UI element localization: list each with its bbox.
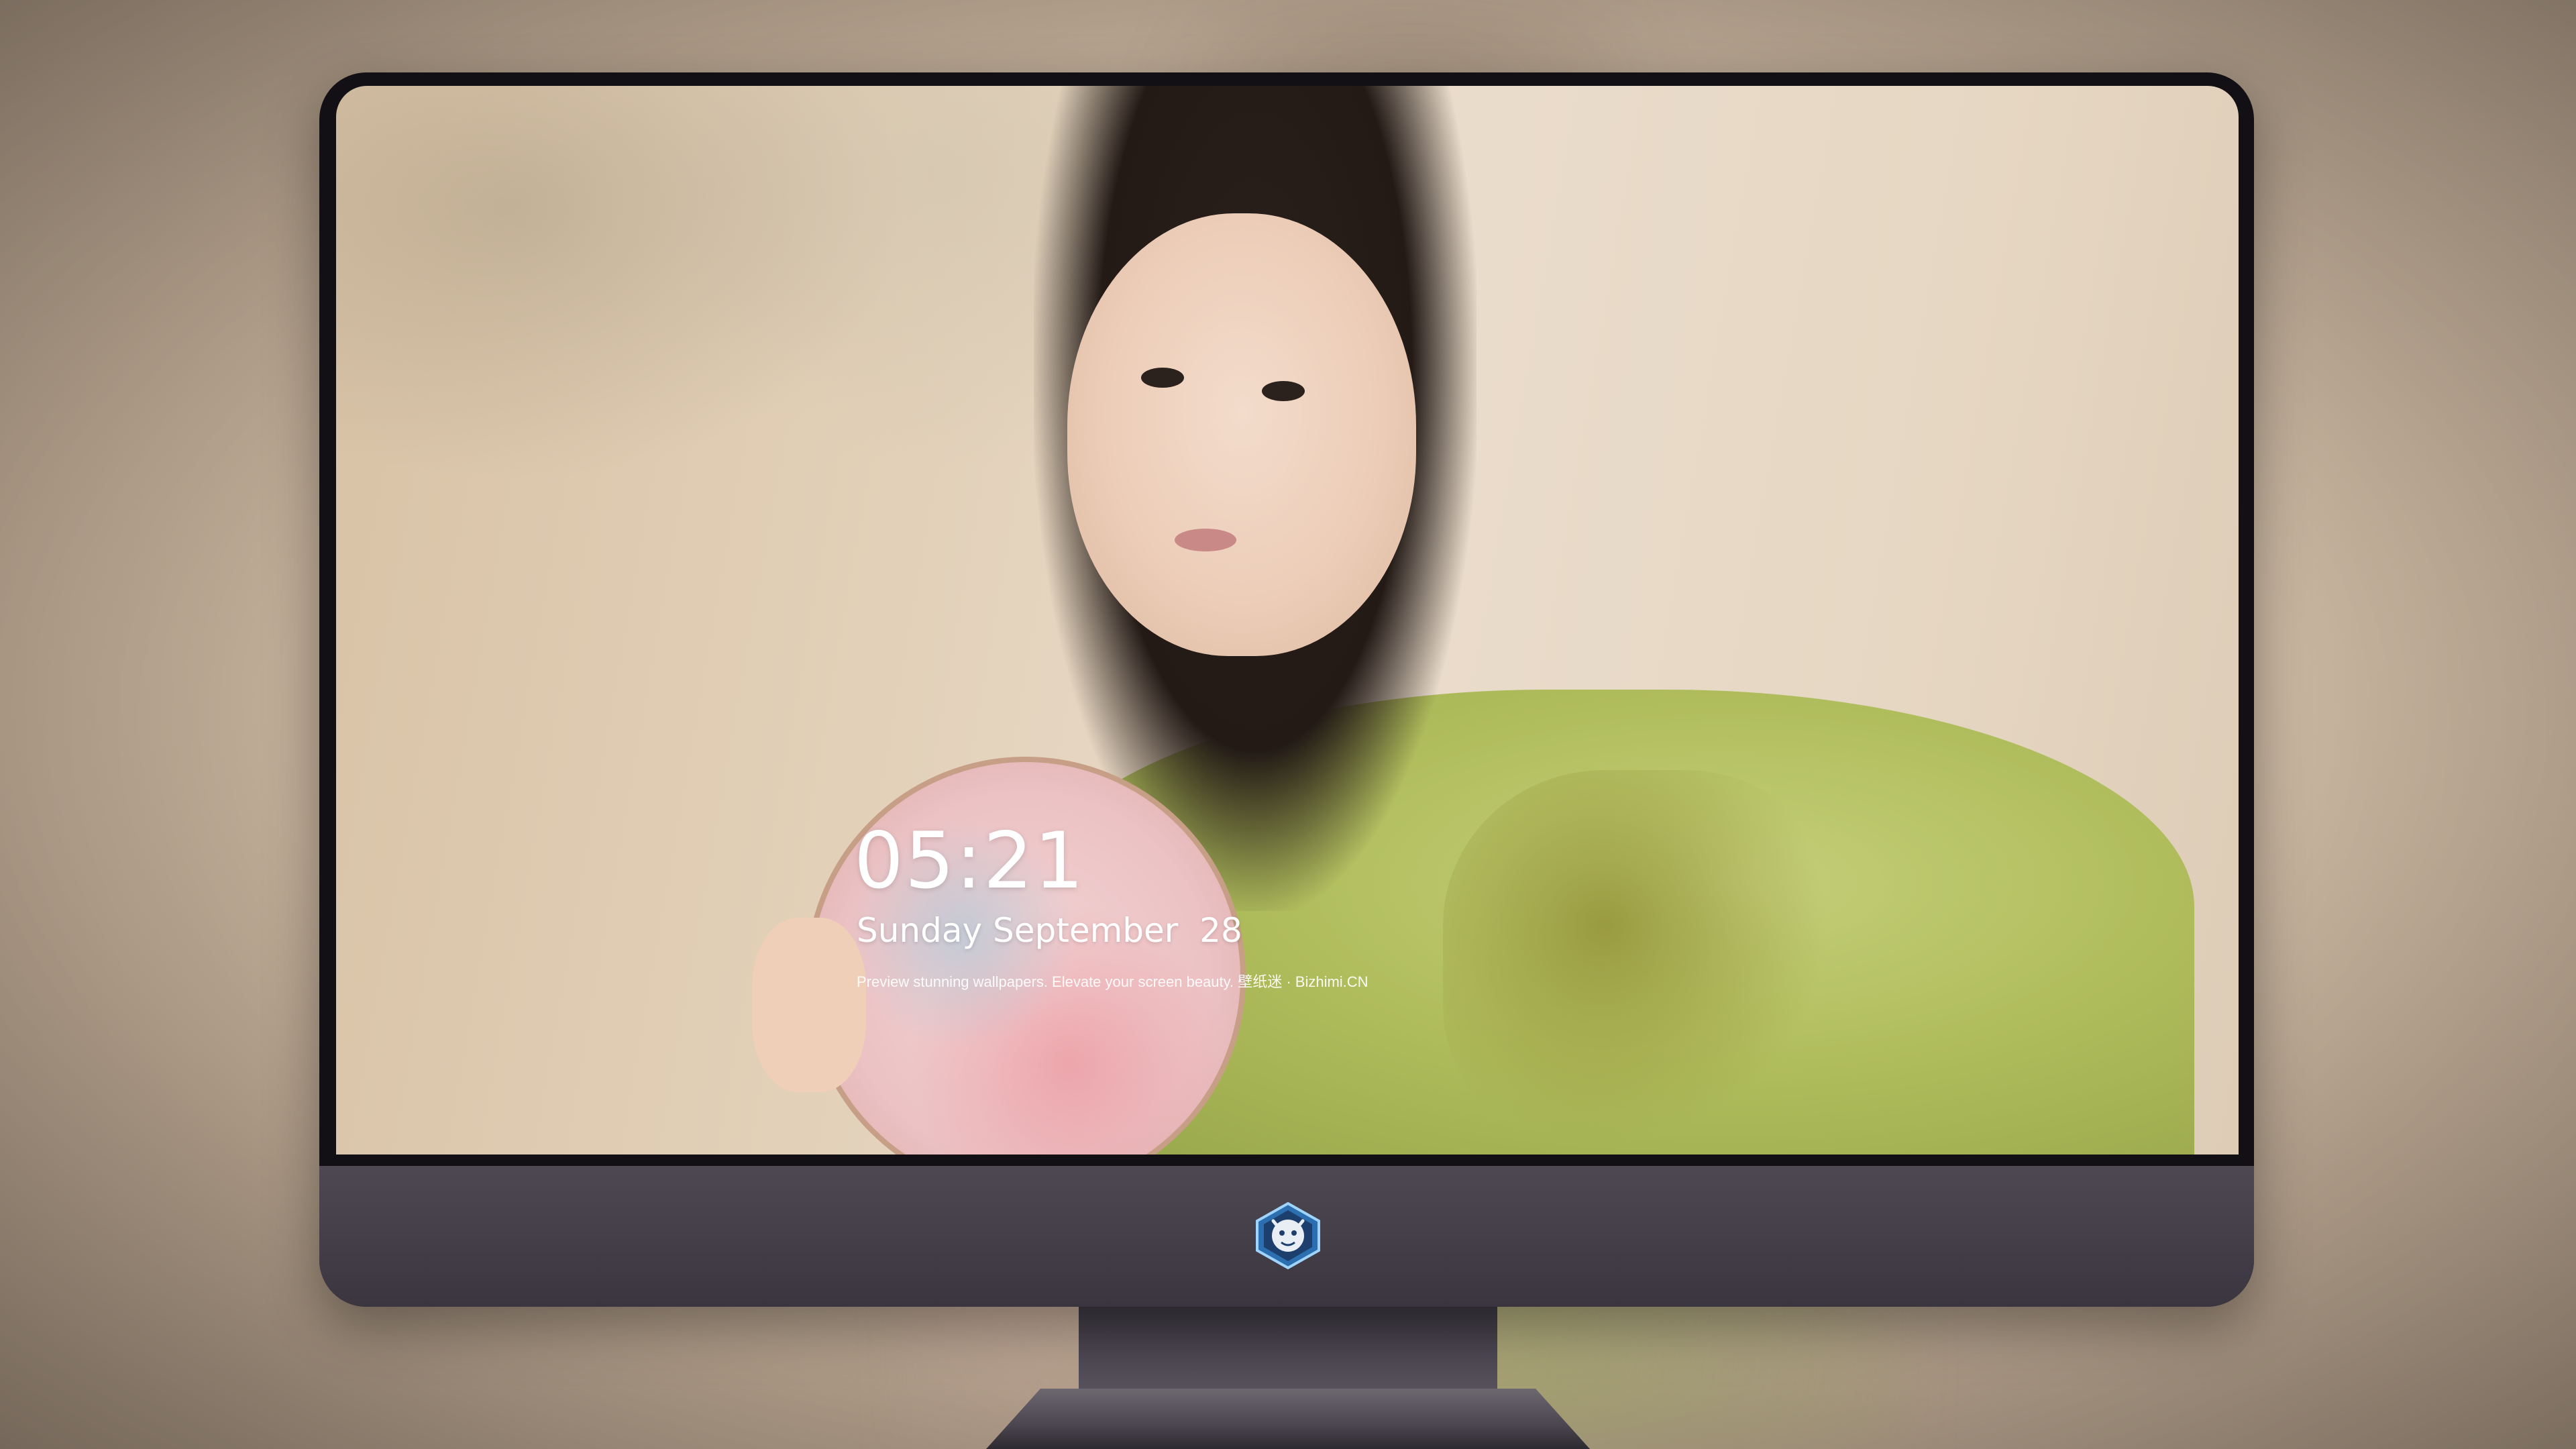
wallpaper-lips (1175, 529, 1236, 551)
wallpaper-left-eye (1141, 368, 1184, 388)
screen: 05:21 Sunday September 28 Preview stunni… (336, 86, 2239, 1155)
lockscreen-clock: 05:21 (854, 816, 1085, 906)
wallpaper-embroidery (1443, 770, 1845, 1155)
wallpaper-right-eye (1262, 381, 1305, 401)
dragon-mascot-logo (1256, 1201, 1320, 1270)
monitor-stand-neck (1079, 1307, 1497, 1401)
lockscreen-tagline: Preview stunning wallpapers. Elevate you… (857, 973, 1368, 990)
lockscreen-date: Sunday September 28 (857, 911, 1242, 950)
wallpaper-hand (752, 918, 866, 1092)
wallpaper-face (1067, 213, 1416, 656)
monitor-stand-base (986, 1389, 1590, 1449)
